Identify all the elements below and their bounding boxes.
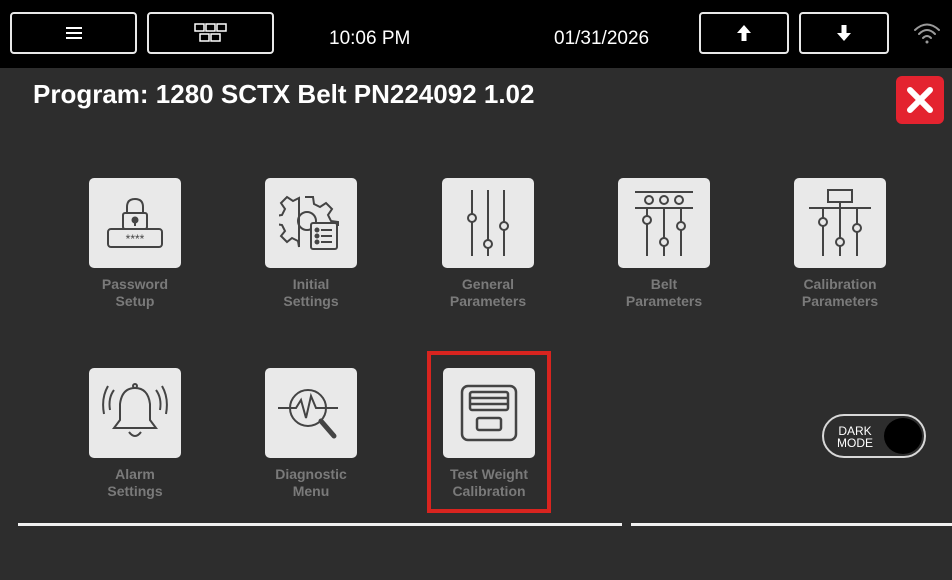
- tile-label-line2: Setup: [115, 293, 155, 309]
- layout-button[interactable]: [147, 12, 274, 54]
- alarm-bell-icon: [102, 383, 168, 437]
- sliders-icon: [467, 190, 509, 256]
- tile-label-line2: Settings: [283, 293, 339, 309]
- menu-button[interactable]: [10, 12, 137, 54]
- hamburger-menu-icon: [65, 27, 82, 39]
- tile-initial-settings[interactable]: Initial Settings: [246, 178, 376, 310]
- scroll-down-button[interactable]: [799, 12, 889, 54]
- gear-settings-icon: [279, 195, 339, 250]
- dark-mode-toggle[interactable]: DARK MODE: [822, 414, 926, 458]
- diagnostic-magnifier-icon: [278, 389, 338, 439]
- password-lock-icon: ****: [107, 197, 163, 248]
- tile-label-line1: Alarm: [115, 466, 155, 482]
- calibration-sliders-icon: [809, 189, 871, 256]
- tile-label-line2: Parameters: [625, 293, 703, 309]
- bottom-area: [0, 527, 952, 580]
- arrow-down-icon: [837, 25, 851, 41]
- selection-highlight: [427, 351, 551, 513]
- tile-diagnostic-menu[interactable]: Diagnostic Menu: [246, 368, 376, 500]
- arrow-up-icon: [737, 25, 751, 41]
- tile-label-line2: Parameters: [801, 293, 879, 309]
- tile-label-line1: Password: [101, 276, 169, 292]
- dark-mode-label-line2: MODE: [837, 436, 873, 450]
- date-display: 01/31/2026: [554, 28, 650, 49]
- tile-label-line2: Settings: [107, 483, 163, 499]
- tile-label-line1: General: [461, 276, 515, 292]
- tile-label-line2: Parameters: [449, 293, 527, 309]
- tile-label-line1: Calibration: [803, 276, 877, 292]
- tile-label-line1: Belt: [650, 276, 678, 292]
- top-bar: 10:06 PM 01/31/2026: [0, 0, 952, 68]
- tile-calibration-parameters[interactable]: Calibration Parameters: [775, 178, 905, 310]
- tile-general-parameters[interactable]: General Parameters: [423, 178, 553, 310]
- wifi-icon: [914, 23, 940, 44]
- tile-password-setup[interactable]: **** Password Setup: [70, 178, 200, 310]
- divider-left: [18, 523, 622, 526]
- tile-label-line1: Diagnostic: [275, 466, 347, 482]
- toggle-knob: [884, 418, 922, 454]
- program-title: Program: 1280 SCTX Belt PN224092 1.02: [33, 79, 535, 109]
- close-x-icon: [907, 87, 933, 113]
- close-button[interactable]: [896, 76, 944, 124]
- tile-label-line2: Menu: [292, 483, 330, 499]
- screen: 10:06 PM 01/31/2026 Program: 1280 SCTX B…: [0, 0, 952, 580]
- tile-alarm-settings[interactable]: Alarm Settings: [70, 368, 200, 500]
- time-display: 10:06 PM: [329, 28, 411, 49]
- layout-grid-icon: [193, 23, 227, 42]
- scroll-up-button[interactable]: [699, 12, 789, 54]
- tile-label-line1: Initial: [292, 276, 330, 292]
- svg-text:****: ****: [126, 232, 145, 246]
- divider-right: [631, 523, 952, 526]
- belt-sliders-icon: [635, 191, 693, 256]
- tile-belt-parameters[interactable]: Belt Parameters: [599, 178, 729, 310]
